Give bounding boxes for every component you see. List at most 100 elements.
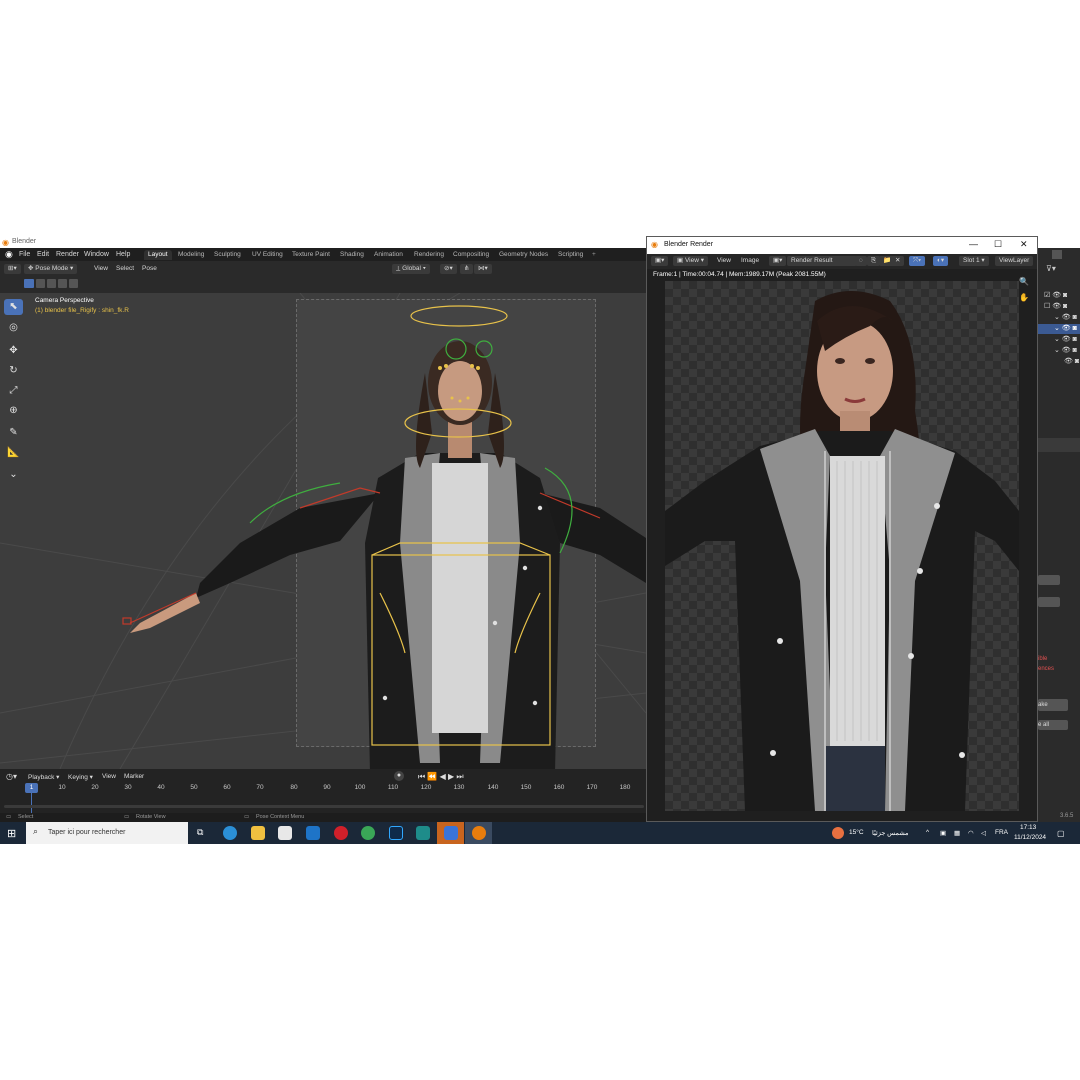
chrome-icon[interactable] [361, 826, 375, 840]
outliner-row-6[interactable]: ⌄ 👁 ◙ [1054, 346, 1077, 354]
volume-icon[interactable]: ◁ [981, 829, 986, 837]
overlay-toggle-icon[interactable]: ◐▾ [933, 256, 949, 266]
wifi-icon[interactable]: ◠ [968, 829, 974, 837]
timeline-menu-keying[interactable]: Keying ▾ [68, 773, 93, 781]
tray-network-icon[interactable]: ▦ [954, 829, 960, 837]
fake-user-icon[interactable]: ◌ [855, 256, 867, 266]
windows-start-icon[interactable]: ⊞ [7, 827, 16, 840]
outliner-row-1[interactable]: ☑ 👁 ◙ [1044, 291, 1067, 299]
playback-controls[interactable]: ⏮ ⏪ ◀ ▶ ⏭ [418, 772, 464, 782]
select-mode-invert-icon[interactable] [58, 279, 67, 288]
pivot-icon[interactable]: ⊘▾ [440, 264, 457, 274]
menu-file[interactable]: File [19, 251, 30, 258]
gizmo-toggle-icon[interactable]: ⤧▾ [909, 256, 925, 266]
slot-dropdown[interactable]: Slot 1 ▾ [959, 256, 989, 266]
maximize-icon[interactable]: ☐ [994, 239, 1002, 250]
image-browse-icon[interactable]: ▣▾ [769, 256, 787, 266]
weather-temperature[interactable]: 15°C [849, 829, 864, 836]
language-indicator[interactable]: FRA [995, 829, 1008, 836]
menu-view[interactable]: View [90, 264, 112, 274]
tab-rendering[interactable]: Rendering [410, 250, 448, 260]
snap-icon[interactable]: ⋔ [460, 264, 474, 274]
render-menu-view[interactable]: View [713, 256, 735, 266]
zoom-icon[interactable]: 🔍 [1019, 277, 1029, 286]
file-explorer-icon[interactable] [251, 826, 265, 840]
pose-tool-icon[interactable]: ⌄ [4, 467, 23, 483]
tab-modeling[interactable]: Modeling [174, 250, 208, 260]
weather-description[interactable]: مشمس جزئيًا [872, 829, 909, 837]
tray-chevron-icon[interactable]: ^ [926, 829, 929, 836]
taskbar-search-box[interactable]: ⌕ Taper ici pour rechercher [26, 822, 188, 844]
timeline-scrollbar[interactable] [4, 805, 644, 808]
properties-field-1[interactable] [1038, 575, 1060, 585]
menu-pose[interactable]: Pose [138, 264, 161, 274]
measure-tool-icon[interactable]: 📐 [4, 445, 23, 461]
outliner-row-4[interactable]: ⌄ 👁 ◙ [1054, 324, 1077, 332]
render-menu-image[interactable]: Image [737, 256, 763, 266]
tab-texture-paint[interactable]: Texture Paint [288, 250, 334, 260]
current-frame-indicator[interactable]: 1 [25, 783, 38, 793]
timeline-menu-view[interactable]: View [102, 773, 116, 780]
tray-app-icon[interactable]: ▣ [940, 829, 946, 837]
mode-dropdown[interactable]: ✥ Pose Mode ▾ [24, 264, 78, 274]
select-mode-subtract-icon[interactable] [47, 279, 56, 288]
tab-layout[interactable]: Layout [144, 250, 172, 260]
select-mode-extend-icon[interactable] [36, 279, 45, 288]
tab-geometry-nodes[interactable]: Geometry Nodes [495, 250, 552, 260]
edge-browser-icon[interactable] [223, 826, 237, 840]
scale-tool-icon[interactable]: ⤢ [4, 383, 23, 399]
menu-render[interactable]: Render [56, 251, 79, 258]
unlink-image-icon[interactable]: ✕ [891, 256, 905, 266]
tab-shading[interactable]: Shading [336, 250, 368, 260]
tab-sculpting[interactable]: Sculpting [210, 250, 245, 260]
weather-icon[interactable] [832, 827, 844, 839]
menu-help[interactable]: Help [116, 251, 130, 258]
tab-compositing[interactable]: Compositing [449, 250, 493, 260]
blender-menu-icon[interactable]: ◉ [5, 249, 13, 260]
notification-icon[interactable]: ▢ [1057, 829, 1065, 838]
minimize-icon[interactable]: — [969, 239, 978, 249]
bake-all-button[interactable]: e all [1038, 720, 1068, 730]
menu-window[interactable]: Window [84, 251, 109, 258]
filter-icon[interactable]: ⊽▾ [1046, 264, 1056, 273]
photoshop-icon[interactable] [389, 826, 403, 840]
record-icon[interactable]: ● [394, 771, 404, 781]
rotate-tool-icon[interactable]: ↻ [4, 363, 23, 379]
render-result-image[interactable] [665, 281, 1019, 811]
outliner-row-3[interactable]: ⌄ 👁 ◙ [1054, 313, 1077, 321]
select-mode-new-icon[interactable] [24, 279, 34, 288]
maya-icon[interactable] [416, 826, 430, 840]
add-workspace-button[interactable]: + [588, 250, 600, 260]
timeline-editor-icon[interactable]: ◷▾ [6, 772, 17, 781]
timeline-menu-playback[interactable]: Playback ▾ [28, 773, 59, 781]
view-layer-field[interactable]: ViewLayer [995, 256, 1034, 266]
scene-icon[interactable] [1052, 250, 1062, 259]
task-view-icon[interactable]: ⧉ [197, 827, 203, 838]
view-mode-dropdown[interactable]: ▣ View ▾ [673, 256, 709, 266]
select-tool-icon[interactable]: ⬉ [4, 299, 23, 315]
image-name-field[interactable]: Render Result [787, 256, 857, 266]
opera-icon[interactable] [334, 826, 348, 840]
move-tool-icon[interactable]: ✥ [4, 343, 23, 359]
tab-animation[interactable]: Animation [370, 250, 407, 260]
tab-uv-editing[interactable]: UV Editing [248, 250, 287, 260]
timeline-menu-marker[interactable]: Marker [124, 773, 144, 780]
pan-hand-icon[interactable]: ✋ [1019, 293, 1029, 302]
menu-select[interactable]: Select [112, 264, 138, 274]
annotate-tool-icon[interactable]: ✎ [4, 425, 23, 441]
outliner-row-5[interactable]: ⌄ 👁 ◙ [1054, 335, 1077, 343]
outlook-icon[interactable] [306, 826, 320, 840]
clock-time[interactable]: 17:13 [1020, 824, 1036, 831]
cursor-tool-icon[interactable]: ◎ [4, 320, 23, 336]
clock-date[interactable]: 11/12/2024 [1014, 834, 1046, 841]
transform-orientation-dropdown[interactable]: ⟂ Global ▾ [392, 264, 430, 274]
image-editor-type-icon[interactable]: ▣▾ [651, 256, 669, 266]
tab-scripting[interactable]: Scripting [554, 250, 587, 260]
proportional-icon[interactable]: ⋈▾ [474, 264, 492, 274]
select-mode-intersect-icon[interactable] [69, 279, 78, 288]
store-icon[interactable] [278, 826, 292, 840]
editor-type-icon[interactable]: ⊞▾ [4, 264, 21, 274]
properties-field-2[interactable] [1038, 597, 1060, 607]
paint-app-icon[interactable] [444, 826, 458, 840]
3d-viewport[interactable]: Camera Perspective (1) blender file_Rigi… [0, 293, 646, 769]
